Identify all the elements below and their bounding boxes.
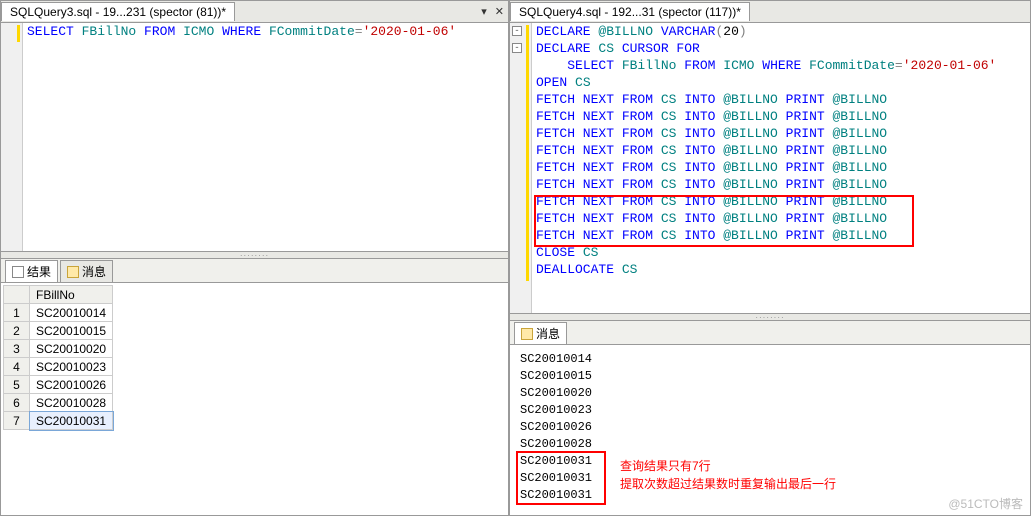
left-result-tabs: 结果 消息 xyxy=(1,259,508,283)
right-tabbar: SQLQuery4.sql - 192...31 (spector (117))… xyxy=(510,1,1030,23)
annotation-1: 查询结果只有7行 xyxy=(620,457,711,474)
messages-tab[interactable]: 消息 xyxy=(60,260,113,282)
right-editor[interactable]: - - DECLARE @BILLNO VARCHAR(20) DECLARE … xyxy=(510,23,1030,313)
tab-label: SQLQuery4.sql - 192...31 (spector (117))… xyxy=(519,5,741,19)
left-tabbar: SQLQuery3.sql - 19...231 (spector (81))*… xyxy=(1,1,508,23)
table-row[interactable]: 4SC20010023 xyxy=(4,358,113,376)
table-row[interactable]: 2SC20010015 xyxy=(4,322,113,340)
tab-close-icon[interactable]: ✕ xyxy=(491,5,508,18)
tab-label: SQLQuery3.sql - 19...231 (spector (81))* xyxy=(10,5,226,19)
right-messages: SC20010014SC20010015SC20010020SC20010023… xyxy=(510,345,1030,515)
h-splitter[interactable]: ········ xyxy=(510,313,1030,321)
results-table[interactable]: FBillNo1SC200100142SC200100153SC20010020… xyxy=(3,285,113,430)
left-editor[interactable]: SELECT FBillNo FROM ICMO WHERE FCommitDa… xyxy=(1,23,508,251)
messages-tab[interactable]: 消息 xyxy=(514,322,567,344)
message-line: SC20010015 xyxy=(520,368,1020,385)
msg-highlight-box xyxy=(516,451,606,505)
message-icon xyxy=(67,266,79,278)
table-row[interactable]: 6SC20010028 xyxy=(4,394,113,412)
grid-icon xyxy=(12,266,24,278)
message-line: SC20010023 xyxy=(520,402,1020,419)
left-pane: SQLQuery3.sql - 19...231 (spector (81))*… xyxy=(0,0,509,516)
tab-dropdown-icon[interactable]: ▾ xyxy=(477,5,491,18)
right-pane: SQLQuery4.sql - 192...31 (spector (117))… xyxy=(509,0,1031,516)
table-row[interactable]: 5SC20010026 xyxy=(4,376,113,394)
message-line: SC20010026 xyxy=(520,419,1020,436)
watermark: @51CTO博客 xyxy=(948,495,1023,512)
message-icon xyxy=(521,328,533,340)
h-splitter[interactable]: ········ xyxy=(1,251,508,259)
left-file-tab[interactable]: SQLQuery3.sql - 19...231 (spector (81))* xyxy=(1,2,235,21)
annotation-2: 提取次数超过结果数时重复输出最后一行 xyxy=(620,475,836,492)
message-line: SC20010014 xyxy=(520,351,1020,368)
right-result-tabs: 消息 xyxy=(510,321,1030,345)
left-results-grid: FBillNo1SC200100142SC200100153SC20010020… xyxy=(1,283,508,515)
table-row[interactable]: 1SC20010014 xyxy=(4,304,113,322)
right-file-tab[interactable]: SQLQuery4.sql - 192...31 (spector (117))… xyxy=(510,2,750,21)
message-line: SC20010020 xyxy=(520,385,1020,402)
table-row[interactable]: 7SC20010031 xyxy=(4,412,113,430)
table-row[interactable]: 3SC20010020 xyxy=(4,340,113,358)
results-tab[interactable]: 结果 xyxy=(5,260,58,282)
code-highlight-box xyxy=(534,195,914,247)
